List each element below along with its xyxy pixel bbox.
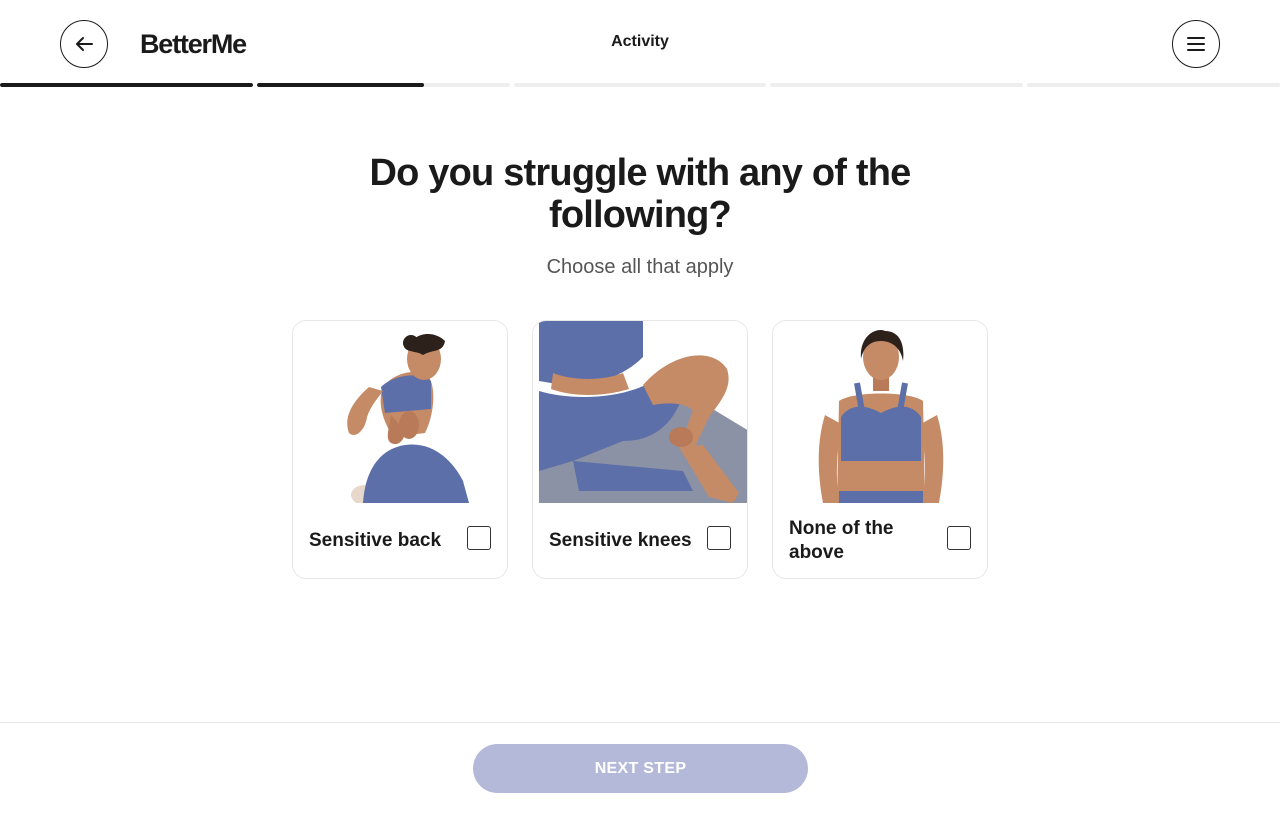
question-subtitle: Choose all that apply <box>546 256 734 278</box>
option-label: Sensitive knees <box>549 530 692 551</box>
progress-segment <box>1027 83 1280 87</box>
logo[interactable]: BetterMe <box>140 27 247 61</box>
hamburger-menu-icon <box>1187 37 1205 51</box>
progress-segment <box>0 83 253 87</box>
option-card-none[interactable]: None of the above <box>772 320 988 579</box>
woman-standing-image <box>773 321 987 503</box>
back-button[interactable] <box>60 20 108 68</box>
progress-segment <box>257 83 510 87</box>
option-checkbox[interactable] <box>947 526 971 550</box>
option-label: Sensitive back <box>309 530 442 551</box>
option-card-sensitive-back[interactable]: Sensitive back <box>292 320 508 579</box>
option-label: None of the above <box>789 518 894 563</box>
footer-divider <box>0 722 1280 723</box>
progress-bar <box>0 83 1280 87</box>
woman-holding-lower-back-image <box>293 321 507 503</box>
progress-segment <box>514 83 766 87</box>
question-title: Do you struggle with any of the followin… <box>369 152 912 236</box>
option-card-sensitive-knees[interactable]: Sensitive knees <box>532 320 748 579</box>
menu-button[interactable] <box>1172 20 1220 68</box>
header: BetterMe Activity <box>0 0 1280 82</box>
woman-holding-knee-image <box>533 321 747 503</box>
progress-segment <box>770 83 1023 87</box>
progress-fill <box>257 83 424 87</box>
option-checkbox[interactable] <box>707 526 731 550</box>
next-step-button[interactable]: NEXT STEP <box>473 744 808 793</box>
arrow-left-icon <box>76 37 93 51</box>
progress-fill <box>0 83 253 87</box>
option-checkbox[interactable] <box>467 526 491 550</box>
section-title: Activity <box>611 33 669 50</box>
